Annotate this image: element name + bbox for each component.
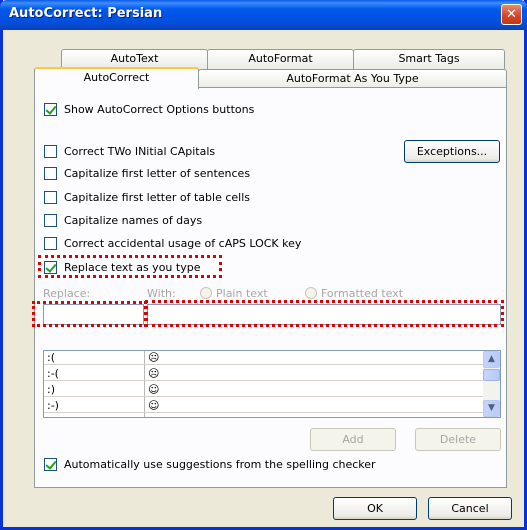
- scroll-up-icon[interactable]: ▲: [483, 351, 500, 368]
- spelling-suggestions-label: Automatically use suggestions from the s…: [64, 458, 376, 471]
- tab-autotext[interactable]: AutoText: [61, 49, 208, 69]
- replace-input-highlight: [32, 301, 147, 327]
- plain-text-radio[interactable]: [200, 287, 212, 299]
- autocorrect-entries-list[interactable]: :( ☹ :-( ☹ :) ☺ :-) ☺ ▲ ▼: [43, 350, 501, 418]
- with-input-highlight: [145, 300, 504, 327]
- list-item[interactable]: :-) ☺: [44, 399, 484, 413]
- tab-autoformat-as-you-type[interactable]: AutoFormat As You Type: [198, 69, 507, 89]
- scroll-down-icon[interactable]: ▼: [483, 400, 500, 417]
- show-options-checkbox[interactable]: [44, 103, 57, 116]
- replace-label: Replace:: [43, 287, 91, 300]
- table-cells-label: Capitalize first letter of table cells: [64, 191, 251, 204]
- tab-autocorrect[interactable]: AutoCorrect: [34, 67, 199, 89]
- spelling-suggestions-checkbox[interactable]: [44, 458, 57, 471]
- list-item[interactable]: :-( ☹: [44, 367, 484, 381]
- tab-smart-tags[interactable]: Smart Tags: [353, 49, 505, 69]
- with-label: With:: [147, 287, 176, 300]
- close-button[interactable]: ✕: [501, 4, 522, 25]
- cancel-button[interactable]: Cancel: [428, 497, 512, 520]
- title-bar[interactable]: AutoCorrect: Persian ✕: [0, 0, 527, 30]
- exceptions-button[interactable]: Exceptions...: [404, 140, 500, 163]
- close-icon: ✕: [506, 7, 517, 22]
- two-initial-label: Correct TWo INitial CApitals: [64, 145, 216, 158]
- tab-autoformat[interactable]: AutoFormat: [207, 49, 354, 69]
- show-options-label: Show AutoCorrect Options buttons: [64, 103, 255, 116]
- scrollbar-thumb[interactable]: [483, 369, 500, 381]
- sentences-label: Capitalize first letter of sentences: [64, 167, 251, 180]
- days-checkbox[interactable]: [44, 214, 57, 227]
- delete-button[interactable]: Delete: [415, 428, 501, 451]
- caps-lock-checkbox[interactable]: [44, 237, 57, 250]
- list-scrollbar[interactable]: ▲ ▼: [483, 351, 500, 417]
- caps-lock-label: Correct accidental usage of cAPS LOCK ke…: [64, 237, 302, 250]
- two-initial-checkbox[interactable]: [44, 145, 57, 158]
- formatted-text-radio[interactable]: [305, 287, 317, 299]
- dialog-title: AutoCorrect: Persian: [9, 6, 163, 21]
- list-item[interactable]: :) ☺: [44, 383, 484, 397]
- autocorrect-dialog: AutoCorrect: Persian ✕ AutoText AutoForm…: [0, 0, 527, 530]
- sentences-checkbox[interactable]: [44, 167, 57, 180]
- days-label: Capitalize names of days: [64, 214, 203, 227]
- plain-text-label: Plain text: [216, 287, 268, 300]
- list-item[interactable]: :( ☹: [44, 351, 484, 365]
- ok-button[interactable]: OK: [333, 497, 417, 520]
- formatted-text-label: Formatted text: [321, 287, 404, 300]
- replace-text-highlight: [38, 255, 222, 278]
- add-button[interactable]: Add: [310, 428, 396, 451]
- table-cells-checkbox[interactable]: [44, 191, 57, 204]
